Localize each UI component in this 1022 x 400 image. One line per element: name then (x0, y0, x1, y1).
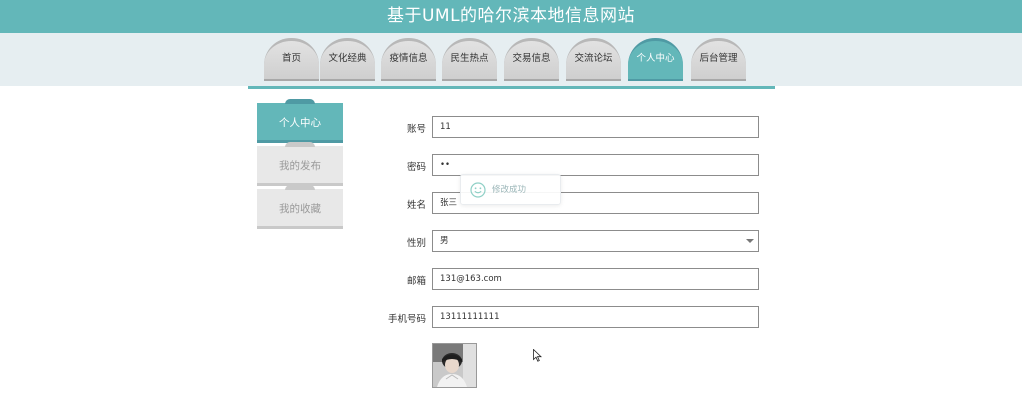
password-input[interactable]: •• (432, 154, 759, 176)
sidebar-item-label: 我的发布 (279, 160, 321, 172)
email-input[interactable]: 131@163.com (432, 268, 759, 290)
avatar[interactable] (432, 343, 477, 388)
name-label: 姓名 (406, 200, 426, 211)
password-label: 密码 (406, 162, 426, 173)
sidebar-tab-cap (285, 142, 315, 147)
avatar-image (433, 344, 476, 387)
email-label: 邮箱 (406, 276, 426, 287)
account-input[interactable]: 11 (432, 116, 759, 138)
mouse-pointer-icon (533, 349, 542, 362)
gender-label: 性别 (406, 238, 426, 249)
page: 基于UML的哈尔滨本地信息网站 首页 文化经典 疫情信息 民生热点 交易信息 交… (0, 0, 1022, 400)
sidebar-item-label: 我的收藏 (279, 203, 321, 215)
gender-select[interactable]: 男 (432, 230, 759, 252)
smile-icon (470, 182, 486, 198)
nav-underline (248, 86, 775, 89)
sidebar-tab-cap (285, 99, 315, 104)
success-toast: 修改成功 (460, 174, 561, 205)
sidebar-item-label: 个人中心 (279, 117, 321, 129)
site-header: 基于UML的哈尔滨本地信息网站 (0, 0, 1022, 33)
sidebar-tab-cap (285, 185, 315, 190)
sidebar-item-my-favorites[interactable]: 我的收藏 (257, 185, 343, 229)
account-label: 账号 (406, 124, 426, 135)
sidebar-item-personal-center[interactable]: 个人中心 (257, 99, 343, 143)
site-title: 基于UML的哈尔滨本地信息网站 (386, 6, 636, 26)
sidebar-item-my-posts[interactable]: 我的发布 (257, 142, 343, 186)
chevron-down-icon (746, 239, 754, 243)
phone-label: 手机号码 (387, 314, 426, 325)
phone-input[interactable]: 13111111111 (432, 306, 759, 328)
toast-message: 修改成功 (492, 185, 527, 195)
